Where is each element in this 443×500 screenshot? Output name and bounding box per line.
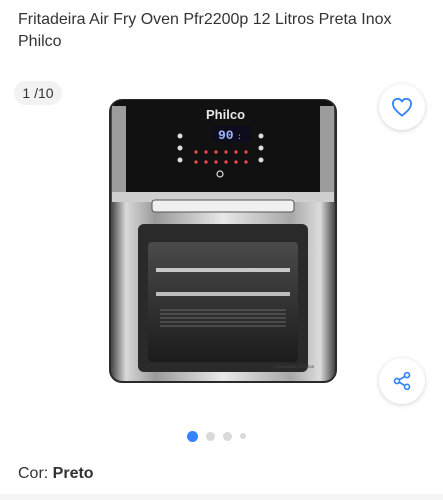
share-button[interactable] bbox=[379, 358, 425, 404]
image-counter: 1 /10 bbox=[14, 81, 62, 105]
brand-logo: Philco bbox=[206, 107, 245, 122]
carousel-dot-active[interactable] bbox=[187, 430, 198, 442]
heart-icon bbox=[391, 97, 412, 117]
color-label: Cor: bbox=[18, 465, 53, 482]
color-value: Preto bbox=[52, 465, 94, 482]
section-divider bbox=[0, 494, 443, 500]
product-image[interactable]: Philco 90 : Capacidade 12 litros bbox=[98, 92, 348, 392]
product-title: Fritadeira Air Fry Oven Pfr2200p 12 Litr… bbox=[18, 11, 392, 50]
color-variation[interactable]: Cor: Preto bbox=[18, 463, 94, 485]
svg-text::: : bbox=[237, 133, 242, 142]
carousel-dot[interactable] bbox=[206, 431, 215, 441]
display-readout: 90 bbox=[218, 128, 234, 143]
carousel-dot[interactable] bbox=[223, 431, 232, 441]
capacity-mark: Capacidade 12 litros bbox=[273, 364, 315, 369]
carousel-dots[interactable] bbox=[187, 430, 246, 442]
share-icon bbox=[393, 371, 411, 391]
favorite-button[interactable] bbox=[379, 84, 425, 130]
carousel-dot[interactable] bbox=[240, 433, 246, 439]
